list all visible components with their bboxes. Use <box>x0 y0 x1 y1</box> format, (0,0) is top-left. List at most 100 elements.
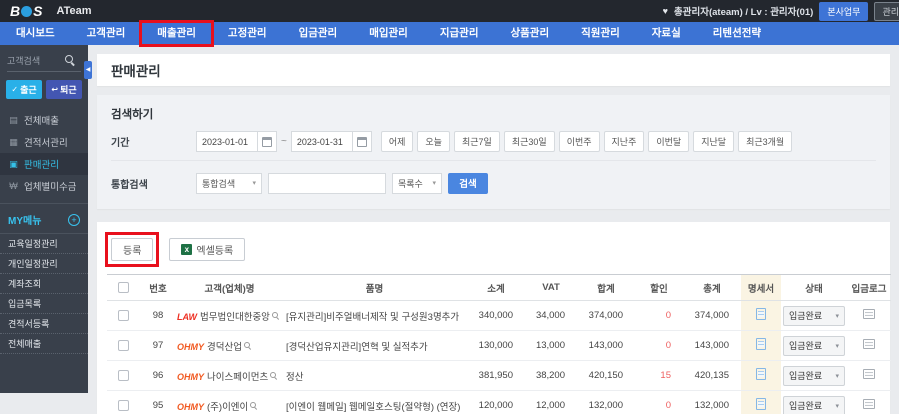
clock-out-icon: ↩ <box>51 85 59 94</box>
statement-icon[interactable] <box>756 338 766 350</box>
clock-out-button[interactable]: ↩ 퇴근 <box>46 80 82 99</box>
status-dropdown[interactable]: 입금완료 ▾ <box>783 305 845 326</box>
admin-button[interactable]: 관리 <box>874 1 899 21</box>
status-dropdown[interactable]: 입금완료 ▾ <box>783 335 845 356</box>
my-menu-item[interactable]: 전체매출 <box>0 334 88 354</box>
status-dropdown[interactable]: 입금완료 ▾ <box>783 365 845 386</box>
row-number: 95 <box>139 390 177 414</box>
quick-date-button[interactable]: 최근30일 <box>503 131 555 152</box>
quick-date-button[interactable]: 최근3개월 <box>738 131 793 152</box>
total-value: 143,000 <box>577 330 635 361</box>
quick-date-button[interactable]: 오늘 <box>417 131 450 152</box>
subtotal-value: 340,000 <box>467 300 525 331</box>
date-from-calendar-button[interactable] <box>258 131 277 152</box>
col-header-statement: 명세서 <box>741 274 781 301</box>
sales-table: 번호 고객(업체)명 품명 소계 VAT 합계 할인 총계 명세서 상태 입금로… <box>107 274 891 414</box>
keyword-input[interactable] <box>268 172 386 194</box>
row-checkbox[interactable] <box>117 399 129 411</box>
search-icon[interactable] <box>65 55 76 66</box>
nav-item[interactable]: 입금관리 <box>283 22 354 45</box>
excel-icon: x <box>181 243 193 255</box>
list-count-select[interactable]: 목록수 ▾ <box>392 172 442 194</box>
sidebar-menu-item[interactable]: ▣ 판매관리 <box>0 153 88 175</box>
discount-value: 15 <box>635 360 683 391</box>
row-checkbox[interactable] <box>117 309 129 321</box>
nav-item[interactable]: 상품관리 <box>494 22 565 45</box>
nav-item[interactable]: 지급관리 <box>424 22 495 45</box>
customer-lookup-icon[interactable] <box>250 401 258 410</box>
my-menu-item[interactable]: 교육일정관리 <box>0 234 88 254</box>
register-button[interactable]: 등록 <box>111 237 154 261</box>
vat-value: 12,000 <box>525 390 577 414</box>
customer-brand-tag: OHMY <box>177 371 204 382</box>
chevron-down-icon: ▾ <box>835 372 839 380</box>
date-from-input[interactable] <box>196 131 258 152</box>
nav-item[interactable]: 매출관리 <box>139 20 214 47</box>
col-header-deposit-log: 입금로그 <box>847 274 891 301</box>
vat-value: 34,000 <box>525 300 577 331</box>
grand-total-value: 132,000 <box>683 390 741 414</box>
nav-item[interactable]: 고정관리 <box>212 22 283 45</box>
my-menu-title: MY메뉴 <box>8 216 42 227</box>
sidebar-collapse-icon[interactable]: ◀ <box>84 61 92 79</box>
clock-in-button[interactable]: ✓ 출근 <box>6 80 42 99</box>
my-menu-item[interactable]: 견적서등록 <box>0 314 88 334</box>
grand-total-value: 420,135 <box>683 360 741 391</box>
customer-lookup-icon[interactable] <box>270 371 278 380</box>
sidebar-menu-icon: ▤ <box>9 114 18 125</box>
quick-date-button[interactable]: 지난달 <box>693 131 735 152</box>
customer-brand-tag: OHMY <box>177 401 204 412</box>
row-checkbox[interactable] <box>117 339 129 351</box>
my-menu-add-icon[interactable]: + <box>68 213 80 226</box>
customer-lookup-icon[interactable] <box>243 341 252 350</box>
product-name: [이엔이 웹메일] 웹메일호스팅(절약형) (연장) <box>282 390 467 414</box>
select-all-checkbox[interactable] <box>117 281 129 293</box>
quick-date-button[interactable]: 최근7일 <box>453 131 500 152</box>
search-button[interactable]: 검색 <box>448 172 488 194</box>
nav-item[interactable]: 직원관리 <box>565 22 636 45</box>
discount-value: 0 <box>635 300 683 331</box>
sidebar-menu-item[interactable]: ▦ 견적서관리 <box>0 131 88 153</box>
nav-item[interactable]: 고객관리 <box>71 22 142 45</box>
quick-date-button[interactable]: 이번달 <box>648 131 690 152</box>
customer-search-input[interactable] <box>7 55 65 66</box>
quick-date-button[interactable]: 이번주 <box>558 131 600 152</box>
date-to-input[interactable] <box>290 131 353 152</box>
chevron-down-icon: ▾ <box>835 342 839 350</box>
excel-register-button[interactable]: x 엑셀등록 <box>169 237 246 261</box>
col-header-vat: VAT <box>525 274 577 301</box>
statement-icon[interactable] <box>756 308 766 320</box>
nav-item[interactable]: 자료실 <box>636 22 697 45</box>
deposit-log-icon[interactable] <box>863 369 875 379</box>
customer-brand-tag: OHMY <box>177 341 204 352</box>
nav-item[interactable]: 대시보드 <box>0 22 71 45</box>
statement-icon[interactable] <box>756 368 766 380</box>
nav-item[interactable]: 매입관리 <box>353 22 424 45</box>
date-to-calendar-button[interactable] <box>352 131 372 152</box>
my-menu-item[interactable]: 개인일정관리 <box>0 254 88 274</box>
search-type-select[interactable]: 통합검색 ▾ <box>196 172 262 194</box>
chevron-down-icon: ▾ <box>835 402 839 410</box>
deposit-log-icon[interactable] <box>863 399 875 409</box>
my-menu-item[interactable]: 입금목록 <box>0 294 88 314</box>
statement-icon[interactable] <box>756 398 766 410</box>
status-dropdown[interactable]: 입금완료 ▾ <box>783 395 845 414</box>
sidebar-menu-item[interactable]: ▤ 전체매출 <box>0 109 88 131</box>
headquarters-work-button[interactable]: 본사업무 <box>819 1 869 21</box>
row-checkbox[interactable] <box>117 369 129 381</box>
deposit-log-icon[interactable] <box>863 339 875 349</box>
sidebar-menu-icon: ₩ <box>9 181 18 191</box>
product-name: [경덕산업유지관리]연혁 및 실적추가 <box>282 330 467 361</box>
deposit-log-icon[interactable] <box>863 309 875 319</box>
customer-name: 나이스페이먼츠 <box>207 371 269 383</box>
my-menu-item[interactable]: 계좌조회 <box>0 274 88 294</box>
customer-name: 법무법인대한중앙 <box>200 311 270 323</box>
quick-date-button[interactable]: 어제 <box>380 131 414 152</box>
quick-date-button[interactable]: 지난주 <box>603 131 645 152</box>
total-value: 420,150 <box>577 360 635 391</box>
sidebar-menu-icon: ▦ <box>9 136 18 147</box>
sidebar-menu-item[interactable]: ₩ 업체별미수금 <box>0 175 88 197</box>
user-info: 총관리자(ateam) / Lv : 관리자(01) <box>674 7 814 18</box>
nav-item[interactable]: 리텐션전략 <box>697 22 777 45</box>
customer-lookup-icon[interactable] <box>271 311 280 320</box>
